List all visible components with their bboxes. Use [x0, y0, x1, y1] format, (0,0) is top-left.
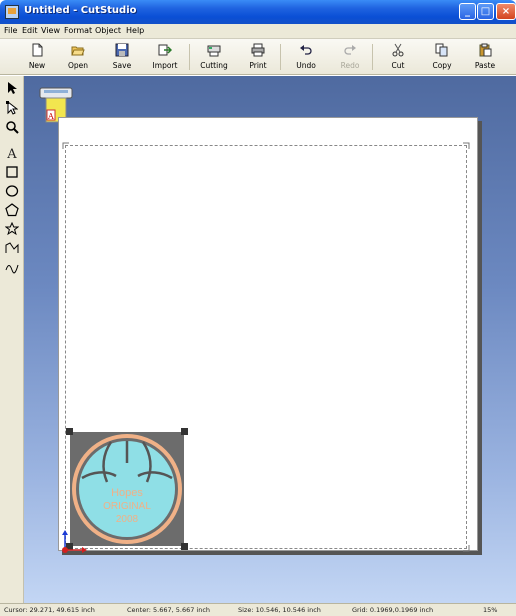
- toolbar: New Open Save Import Cutting Print Undo …: [0, 39, 516, 75]
- toolbar-separator: [372, 44, 373, 70]
- cutting-plotter-icon: [207, 45, 221, 57]
- polyline-tool[interactable]: [3, 241, 21, 259]
- paste-icon: [479, 43, 492, 57]
- cut-button[interactable]: Cut: [378, 41, 418, 73]
- selection-handle-tr[interactable]: [181, 428, 188, 435]
- status-size: Size: 10.546, 10.546 inch: [238, 606, 321, 614]
- copy-label: Copy: [432, 61, 452, 70]
- cut-area-corner-tl: [62, 142, 69, 149]
- maximize-button[interactable]: □: [477, 3, 494, 20]
- menu-file[interactable]: File: [4, 26, 17, 35]
- zoom-icon: [6, 121, 19, 134]
- paste-label: Paste: [474, 61, 496, 70]
- import-button[interactable]: Import: [145, 41, 185, 73]
- menu-object[interactable]: Object: [95, 26, 121, 35]
- ellipse-tool[interactable]: [3, 184, 21, 202]
- redo-button[interactable]: Redo: [330, 41, 370, 73]
- import-icon: [158, 44, 172, 56]
- selection-handle-br[interactable]: [181, 543, 188, 550]
- tool-palette: A: [0, 76, 24, 616]
- menu-bar: File Edit View Format Object Help: [0, 24, 516, 39]
- undo-icon: [300, 45, 312, 55]
- cutting-button[interactable]: Cutting: [194, 41, 234, 73]
- app-icon: [5, 5, 19, 19]
- window-title: Untitled - CutStudio: [24, 5, 137, 16]
- save-button[interactable]: Save: [102, 41, 142, 73]
- select-tool[interactable]: [3, 81, 21, 99]
- status-center: Center: 5.667, 5.667 inch: [127, 606, 211, 614]
- title-bar: Untitled - CutStudio _ □ ×: [0, 0, 516, 24]
- copy-button[interactable]: Copy: [422, 41, 462, 73]
- print-button[interactable]: Print: [238, 41, 278, 73]
- menu-format[interactable]: Format: [64, 26, 92, 35]
- new-button[interactable]: New: [17, 41, 57, 73]
- ellipse-icon: [5, 185, 19, 197]
- paste-button[interactable]: Paste: [465, 41, 505, 73]
- menu-help[interactable]: Help: [126, 26, 144, 35]
- menu-edit[interactable]: Edit: [22, 26, 38, 35]
- text-tool-icon: A: [7, 147, 17, 162]
- node-edit-tool[interactable]: [3, 100, 21, 119]
- scissors-icon: [392, 43, 404, 57]
- cut-area-corner-tr: [463, 142, 470, 149]
- redo-label: Redo: [340, 61, 360, 70]
- undo-label: Undo: [296, 61, 316, 70]
- toolbar-separator: [280, 44, 281, 70]
- freehand-curve-icon: [5, 264, 19, 274]
- menu-view[interactable]: View: [41, 26, 60, 35]
- origin-marker: [62, 547, 68, 553]
- cut-label: Cut: [391, 61, 405, 70]
- cut-area-corner-br: [463, 545, 470, 552]
- close-button[interactable]: ×: [496, 3, 516, 20]
- logo-text-line1: Hopes: [111, 487, 143, 499]
- open-folder-icon: [71, 46, 85, 56]
- toolbar-separator: [189, 44, 190, 70]
- select-arrow-icon: [8, 82, 17, 94]
- printer-icon: [251, 43, 265, 57]
- selection-handle-tl[interactable]: [66, 428, 73, 435]
- printer-label: A: [47, 112, 54, 121]
- open-button[interactable]: Open: [58, 41, 98, 73]
- logo-text-line3: 2008: [116, 514, 139, 525]
- node-edit-icon: [6, 100, 19, 115]
- new-label: New: [28, 61, 46, 70]
- star-icon: [4, 221, 20, 236]
- import-label: Import: [152, 61, 178, 70]
- origin-axes: [62, 530, 87, 553]
- polyline-icon: [5, 242, 19, 253]
- status-zoom: 15%: [483, 606, 498, 614]
- status-grid: Grid: 0.1969,0.1969 inch: [352, 606, 434, 614]
- open-label: Open: [67, 61, 89, 70]
- minimize-button[interactable]: _: [459, 3, 476, 20]
- star-tool[interactable]: [3, 221, 21, 240]
- polygon-tool[interactable]: [3, 203, 21, 221]
- freehand-tool[interactable]: [3, 260, 21, 278]
- print-label: Print: [249, 61, 267, 70]
- redo-icon: [344, 45, 356, 55]
- new-document-icon: [32, 43, 43, 57]
- rectangle-tool[interactable]: [3, 165, 21, 183]
- rectangle-icon: [6, 166, 18, 178]
- polygon-icon: [5, 203, 19, 217]
- copy-icon: [435, 43, 448, 57]
- logo-text-line2: ORIGINAL: [103, 501, 151, 512]
- status-bar: Cursor: 29.271, 49.615 inch Center: 5.66…: [0, 603, 516, 616]
- cutting-label: Cutting: [200, 61, 228, 70]
- undo-button[interactable]: Undo: [286, 41, 326, 73]
- save-disk-icon: [115, 43, 129, 57]
- text-tool[interactable]: A: [3, 146, 21, 164]
- zoom-tool[interactable]: [3, 120, 21, 138]
- status-cursor: Cursor: 29.271, 49.615 inch: [4, 606, 95, 614]
- save-label: Save: [112, 61, 132, 70]
